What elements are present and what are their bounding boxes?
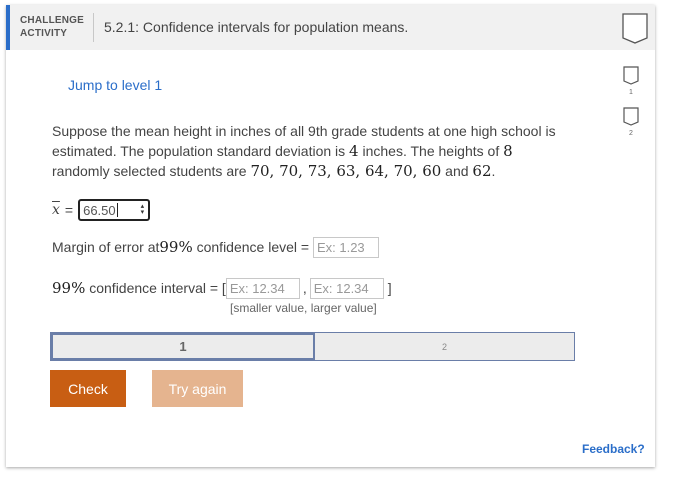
sample-last-value: 62 [472,162,492,180]
level-2-indicator[interactable]: 2 [623,107,639,137]
text-cursor [116,203,118,217]
try-again-button[interactable]: Try again [152,370,243,407]
ci-label: confidence interval = [ [85,280,226,296]
sample-mean-value: 66.50 [83,202,116,218]
ci-close-bracket: ] [387,280,392,296]
margin-of-error-row: Margin of error at 99% confidence level … [52,236,379,258]
ci-upper-input[interactable]: Ex: 12.34 [309,277,384,299]
check-button[interactable]: Check [50,370,126,407]
margin-prefix: Margin of error at [52,239,160,255]
progress-segment-1[interactable]: 1 [51,333,315,360]
completion-bookmark-icon [622,13,648,44]
ci-separator: , [302,280,307,296]
margin-suffix: confidence level = [192,239,313,255]
xbar-equals: = [64,202,74,218]
level-1-number: 1 [629,89,633,96]
confidence-interval-row: 99% confidence interval = [ Ex: 12.34 , … [52,277,392,299]
challenge-activity-card: CHALLENGE ACTIVITY 5.2.1: Confidence int… [6,5,655,467]
level-2-bookmark-icon [623,107,639,126]
margin-of-error-input[interactable]: Ex: 1.23 [312,236,379,258]
level-progress-bar: 1 2 [50,332,575,361]
header-divider [93,13,94,42]
activity-header: CHALLENGE ACTIVITY 5.2.1: Confidence int… [6,5,655,50]
spinner-arrows-icon[interactable]: ▴ ▾ [141,203,145,216]
activity-type-line2: ACTIVITY [20,28,68,39]
sample-mean-row: x = 66.50 ▴ ▾ [52,198,151,222]
ci-confidence-level: 99% [52,279,86,297]
ci-lower-input[interactable]: Ex: 12.34 [225,277,300,299]
sample-values: 70, 70, 73, 63, 64, 70, 60 [250,162,442,180]
level-1-bookmark-icon [623,66,639,85]
question-text-part2: inches. The heights of [358,143,504,159]
question-text-part5: . [491,163,496,179]
level-2-number: 2 [629,130,633,137]
question-text-part3: randomly selected students are [52,163,251,179]
margin-confidence-level: 99% [159,238,193,256]
activity-title: 5.2.1: Confidence intervals for populati… [104,19,409,35]
feedback-link[interactable]: Feedback? [582,442,645,456]
question-text: Suppose the mean height in inches of all… [52,121,572,181]
jump-to-level-link[interactable]: Jump to level 1 [68,77,162,93]
activity-type-line1: CHALLENGE [20,15,85,26]
progress-segment-2[interactable]: 2 [315,333,574,360]
question-text-part4: and [441,163,473,179]
level-1-indicator[interactable]: 1 [623,66,639,96]
sample-mean-answer-input[interactable]: 66.50 ▴ ▾ [78,199,151,221]
ci-order-hint: [smaller value, larger value] [230,301,377,315]
activity-type-label: CHALLENGE ACTIVITY [20,14,90,40]
population-std-dev: 4 [349,142,359,160]
xbar-symbol: x [52,202,60,218]
sample-size: 8 [503,142,513,160]
